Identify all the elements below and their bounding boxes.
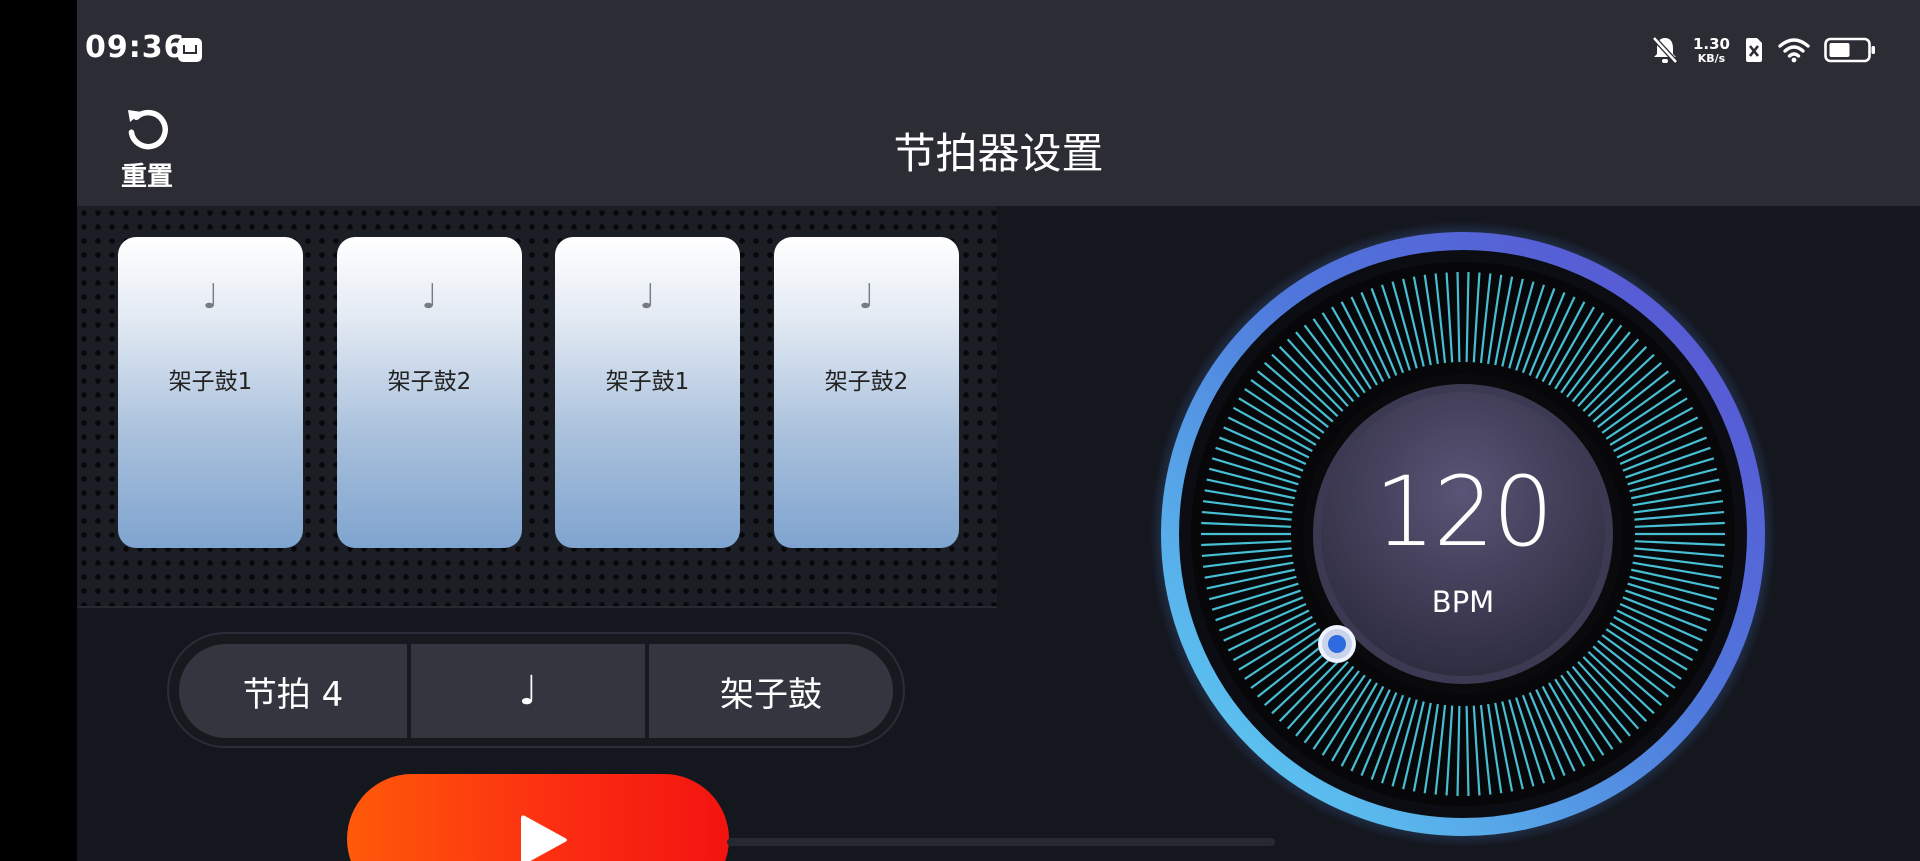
dial-knob[interactable] [1318, 625, 1356, 663]
metronome-options: 节拍 4 ♩ 架子鼓 [167, 632, 905, 748]
sound-select-button[interactable]: 架子鼓 [649, 644, 893, 738]
network-rate: 1.30 KB/s [1692, 34, 1730, 65]
note-value-button[interactable]: ♩ [411, 644, 645, 738]
screen: 09:36 1.30 KB/s 重置 节拍器设置 ♩ 架子鼓1 ♩ 架子鼓2 ♩… [0, 0, 1920, 861]
beat-note-icon: ♩ [202, 277, 219, 317]
beat-note-icon: ♩ [639, 277, 656, 317]
wifi-icon [1778, 38, 1810, 63]
tempo-dial[interactable]: 120 BPM [1148, 219, 1778, 849]
beat-card-1[interactable]: ♩ 架子鼓1 [118, 237, 303, 548]
beat-label: 架子鼓1 [605, 369, 690, 395]
bell-muted-icon [1652, 36, 1678, 64]
page-title: 节拍器设置 [893, 129, 1104, 178]
beat-card-3[interactable]: ♩ 架子鼓1 [555, 237, 740, 548]
beat-label: 架子鼓2 [387, 369, 472, 395]
app-notification-icon [178, 38, 202, 62]
play-icon [521, 815, 567, 861]
beat-label: 架子鼓1 [168, 369, 253, 395]
beat-note-icon: ♩ [421, 277, 438, 317]
status-time: 09:36 [85, 30, 186, 65]
bpm-unit-label: BPM [1431, 585, 1495, 619]
network-rate-value: 1.30 [1692, 34, 1730, 53]
beat-card-4[interactable]: ♩ 架子鼓2 [774, 237, 959, 548]
beat-pattern-panel: ♩ 架子鼓1 ♩ 架子鼓2 ♩ 架子鼓1 ♩ 架子鼓2 [77, 206, 997, 608]
beat-label: 架子鼓2 [824, 369, 909, 395]
header-bar: 重置 节拍器设置 [77, 100, 1920, 206]
left-edge [0, 0, 77, 861]
network-rate-unit: KB/s [1697, 51, 1726, 65]
beat-card-2[interactable]: ♩ 架子鼓2 [337, 237, 522, 548]
status-icons: 1.30 KB/s [1651, 32, 1876, 68]
play-button[interactable] [347, 774, 729, 861]
beat-note-icon: ♩ [858, 277, 875, 317]
beat-count-button[interactable]: 节拍 4 [179, 644, 407, 738]
sim-off-icon [1746, 38, 1762, 62]
battery-icon [1824, 37, 1875, 63]
metronome-app: 09:36 1.30 KB/s 重置 节拍器设置 ♩ 架子鼓1 ♩ 架子鼓2 ♩… [77, 0, 1920, 861]
bpm-value: 120 [1374, 456, 1553, 568]
status-bar: 09:36 1.30 KB/s [77, 0, 1920, 100]
